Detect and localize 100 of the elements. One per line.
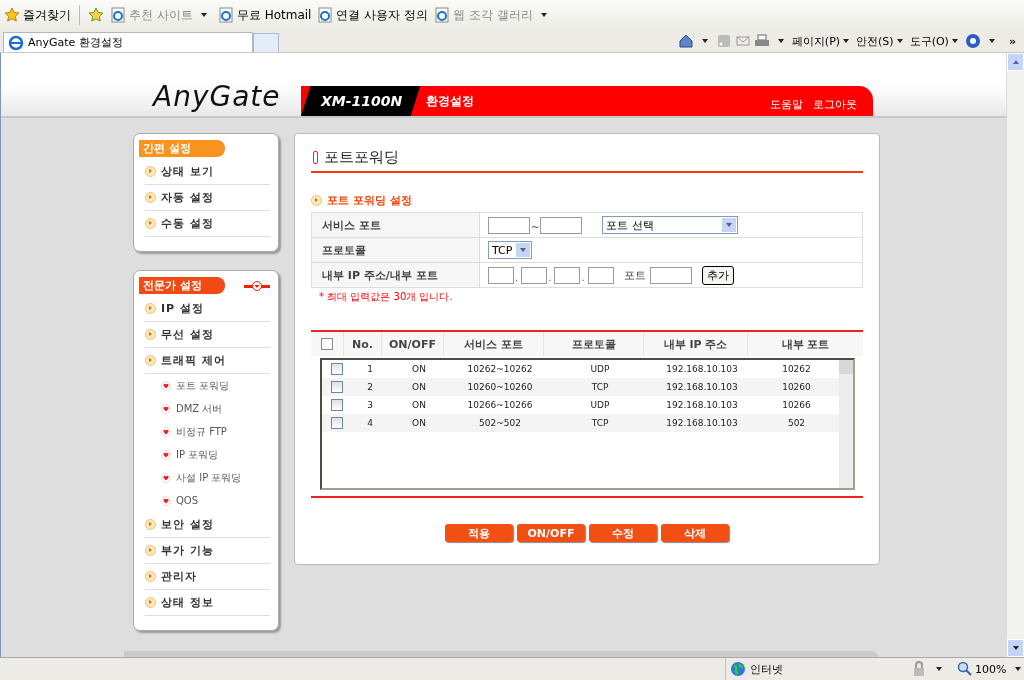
internal-port-field[interactable] — [649, 266, 692, 284]
bullet-icon — [145, 192, 156, 203]
ip-octet-field[interactable] — [587, 266, 614, 284]
command-menu[interactable]: 페이지(P) — [791, 33, 854, 49]
bullet-icon — [145, 303, 156, 314]
table-cell-text: 2 — [366, 382, 374, 392]
section-title: 환경설정 — [426, 92, 475, 110]
row-checkbox[interactable] — [331, 399, 343, 411]
heart-icon — [161, 380, 171, 391]
favorite-link[interactable]: 무료 Hotmail — [217, 6, 312, 24]
action-button[interactable]: 적용 — [445, 524, 513, 542]
heart-icon — [161, 449, 171, 460]
action-button[interactable]: 삭제 — [661, 524, 729, 542]
table-cell-text: 192.168.10.103 — [665, 364, 739, 374]
ip-octet-field[interactable] — [488, 266, 514, 284]
select-all-checkbox[interactable] — [321, 338, 333, 350]
star-icon — [4, 7, 20, 23]
table-cell-text: 10266~10266 — [466, 400, 534, 410]
page-icon — [217, 7, 234, 23]
lock-icon[interactable] — [911, 661, 927, 677]
submenu-item[interactable]: 비정규 FTP — [161, 420, 270, 443]
page-icon — [110, 7, 126, 23]
submenu-item[interactable]: QOS — [161, 489, 270, 512]
port-select[interactable]: 포트 선택 — [602, 216, 739, 234]
heart-icon — [161, 403, 171, 414]
menu-item[interactable]: 무선 설정 — [145, 322, 270, 348]
favorite-link[interactable]: 연결 사용자 정의 — [317, 6, 429, 24]
menu-group-title: 전문가 설정 — [139, 277, 225, 294]
bullet-icon — [145, 545, 156, 556]
submenu-item[interactable]: 포트 포워딩 — [161, 374, 270, 397]
bullet-icon — [145, 355, 156, 366]
menu-item[interactable]: 보안 설정 — [145, 512, 270, 538]
row-checkbox[interactable] — [331, 381, 343, 393]
field-label: 내부 IP 주소/내부 포트 — [312, 263, 479, 287]
title-marker-icon — [313, 151, 318, 164]
menu-item[interactable]: 상태 정보 — [145, 590, 270, 616]
table-cell-text: TCP — [590, 382, 610, 392]
action-button[interactable]: ON/OFF — [517, 524, 585, 542]
menu-item[interactable]: 수동 설정 — [145, 211, 270, 237]
favorites-button[interactable]: 즐겨찾기 — [4, 6, 71, 24]
collapse-icon[interactable] — [244, 280, 270, 291]
table-cell-text: 3 — [366, 400, 374, 410]
table-cell-text: 192.168.10.103 — [665, 400, 739, 410]
submenu-item[interactable]: DMZ 서버 — [161, 397, 270, 420]
range-separator: ~ — [531, 222, 540, 233]
table-cell-text: UDP — [589, 400, 611, 410]
table-cell-text: 10262~10262 — [466, 364, 534, 374]
ip-separator: . — [515, 272, 519, 283]
table-cell-text: 10262 — [781, 364, 812, 374]
bullet-icon — [145, 571, 156, 582]
menu-item[interactable]: 관리자 — [145, 564, 270, 590]
heart-icon — [161, 472, 171, 483]
port-start-field[interactable] — [488, 216, 530, 234]
column-header: 내부 IP 주소 — [643, 332, 747, 356]
mail-icon[interactable] — [734, 33, 751, 49]
action-button[interactable]: 수정 — [589, 524, 657, 542]
feed-icon[interactable] — [715, 33, 732, 49]
home-icon[interactable] — [677, 33, 694, 49]
header-link[interactable]: 로그아웃 — [813, 97, 857, 112]
more-button[interactable]: » — [1008, 34, 1016, 48]
command-menu[interactable]: 도구(O) — [909, 33, 962, 49]
menu-item[interactable]: 자동 설정 — [145, 185, 270, 211]
ip-octet-field[interactable] — [521, 266, 548, 284]
help-icon[interactable] — [964, 33, 981, 49]
protocol-select[interactable]: TCP — [488, 241, 533, 259]
menu-item[interactable]: 상태 보기 — [145, 159, 270, 185]
port-end-field[interactable] — [540, 216, 583, 234]
add-button[interactable]: 추가 — [701, 265, 734, 285]
print-icon[interactable] — [753, 33, 770, 49]
table-cell-text: ON — [411, 418, 427, 428]
menu-item[interactable]: 부가 기능 — [145, 538, 270, 564]
submenu-item[interactable]: 사설 IP 포워딩 — [161, 466, 270, 489]
logo: AnyGate — [153, 80, 282, 115]
bullet-icon — [145, 597, 156, 608]
scrollbar[interactable] — [839, 360, 853, 488]
zoom-control[interactable]: 100% — [957, 661, 1007, 677]
magnifier-icon — [957, 661, 973, 677]
table-cell-text: 502 — [786, 418, 807, 428]
table-cell-text: 192.168.10.103 — [665, 382, 739, 392]
header-link[interactable]: 도움말 — [770, 97, 803, 112]
new-tab-button[interactable] — [253, 33, 279, 52]
page-scrollbar[interactable] — [1006, 53, 1024, 657]
add-favorite-icon[interactable] — [88, 7, 104, 23]
command-menu[interactable]: 안전(S) — [856, 33, 907, 49]
field-label: 서비스 포트 — [312, 213, 479, 238]
menu-item[interactable]: 트래픽 제어 — [145, 348, 270, 374]
table-cell-text: ON — [411, 400, 427, 410]
table-cell-text: 192.168.10.103 — [665, 418, 739, 428]
limit-note: * 최대 입력값은 30개 입니다. — [319, 290, 454, 304]
row-checkbox[interactable] — [331, 363, 343, 375]
table-cell-text: UDP — [589, 364, 611, 374]
row-checkbox[interactable] — [331, 417, 343, 429]
ip-octet-field[interactable] — [554, 266, 581, 284]
section-heading: 포트 포워딩 설정 — [327, 193, 412, 208]
page-icon — [317, 7, 334, 23]
submenu-item[interactable]: IP 포워딩 — [161, 443, 270, 466]
browser-tab[interactable]: AnyGate 환경설정 — [3, 32, 253, 52]
page-title: 포트포워딩 — [324, 148, 399, 167]
menu-item[interactable]: IP 설정 — [145, 296, 270, 322]
globe-icon — [730, 661, 746, 677]
